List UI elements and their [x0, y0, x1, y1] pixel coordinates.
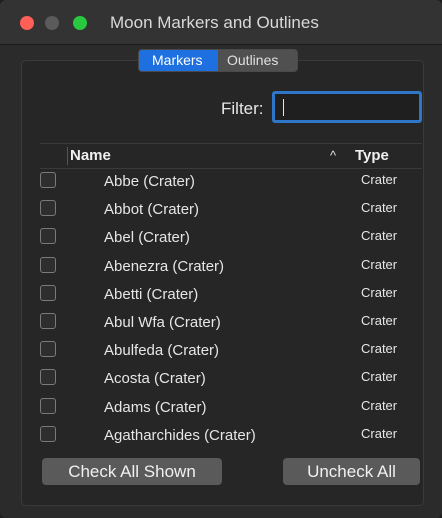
- table-row[interactable]: Agatharchides (Crater) Crater: [40, 424, 422, 452]
- check-all-shown-button[interactable]: Check All Shown: [42, 458, 222, 485]
- marker-type: Crater: [361, 256, 398, 272]
- table-row[interactable]: Abetti (Crater) Crater: [40, 283, 422, 311]
- window-title: Moon Markers and Outlines: [110, 13, 319, 32]
- table-row[interactable]: Adams (Crater) Crater: [40, 396, 422, 424]
- table-row[interactable]: Acosta (Crater) Crater: [40, 367, 422, 395]
- moon-markers-window: Moon Markers and Outlines Markers Outlin…: [0, 0, 442, 518]
- marker-name: Abel (Crater): [104, 229, 190, 247]
- marker-name: Acosta (Crater): [104, 370, 206, 388]
- marker-type: Crater: [361, 228, 398, 244]
- tab-markers[interactable]: Markers: [139, 50, 218, 71]
- marker-name: Abbot (Crater): [104, 201, 200, 219]
- marker-type: Crater: [361, 369, 398, 385]
- marker-type: Crater: [361, 172, 398, 187]
- marker-type: Crater: [361, 284, 398, 300]
- marker-checkbox[interactable]: [40, 172, 56, 188]
- marker-type: Crater: [361, 425, 398, 441]
- marker-type: Crater: [361, 312, 398, 328]
- tab-outlines[interactable]: Outlines: [218, 50, 297, 71]
- column-separator: [67, 147, 68, 165]
- marker-checkbox[interactable]: [40, 425, 56, 442]
- marker-checkbox[interactable]: [40, 256, 56, 273]
- marker-name: Abul Wfa (Crater): [104, 313, 221, 331]
- marker-checkbox[interactable]: [40, 228, 56, 245]
- marker-list: Abbe (Crater) Crater Abbot (Crater) Crat…: [40, 170, 422, 452]
- table-row[interactable]: Abel (Crater) Crater: [40, 226, 422, 254]
- column-header-type[interactable]: Type: [355, 147, 389, 164]
- table-row[interactable]: Abbe (Crater) Crater: [40, 170, 422, 198]
- marker-name: Abbe (Crater): [104, 173, 195, 190]
- marker-checkbox[interactable]: [40, 200, 56, 217]
- text-cursor: [283, 99, 284, 116]
- table-row[interactable]: Abulfeda (Crater) Crater: [40, 339, 422, 367]
- marker-type: Crater: [361, 200, 398, 216]
- marker-checkbox[interactable]: [40, 341, 56, 358]
- close-window-button[interactable]: [20, 16, 34, 30]
- table-row[interactable]: Abbot (Crater) Crater: [40, 198, 422, 226]
- title-bar[interactable]: Moon Markers and Outlines: [0, 0, 442, 45]
- marker-checkbox[interactable]: [40, 369, 56, 386]
- marker-name: Adams (Crater): [104, 398, 207, 416]
- marker-name: Abulfeda (Crater): [104, 342, 220, 360]
- tab-bar: Markers Outlines: [138, 49, 298, 72]
- marker-checkbox[interactable]: [40, 312, 56, 329]
- table-row[interactable]: Abenezra (Crater) Crater: [40, 255, 422, 283]
- minimize-window-button[interactable]: [45, 16, 59, 30]
- marker-type: Crater: [361, 341, 398, 357]
- marker-name: Abetti (Crater): [104, 285, 199, 303]
- column-header-name[interactable]: Name: [70, 147, 111, 164]
- marker-checkbox[interactable]: [40, 397, 56, 414]
- table-row[interactable]: Abul Wfa (Crater) Crater: [40, 311, 422, 339]
- marker-checkbox[interactable]: [40, 284, 56, 301]
- filter-input[interactable]: [272, 91, 422, 123]
- filter-label: Filter:: [221, 99, 264, 118]
- zoom-window-button[interactable]: [73, 16, 87, 30]
- sort-ascending-icon: ^: [330, 148, 337, 163]
- marker-name: Abenezra (Crater): [104, 257, 225, 275]
- uncheck-all-button[interactable]: Uncheck All: [283, 458, 420, 485]
- marker-type: Crater: [361, 397, 398, 413]
- table-header: Name ^ Type: [40, 143, 422, 169]
- marker-name: Agatharchides (Crater): [104, 426, 256, 444]
